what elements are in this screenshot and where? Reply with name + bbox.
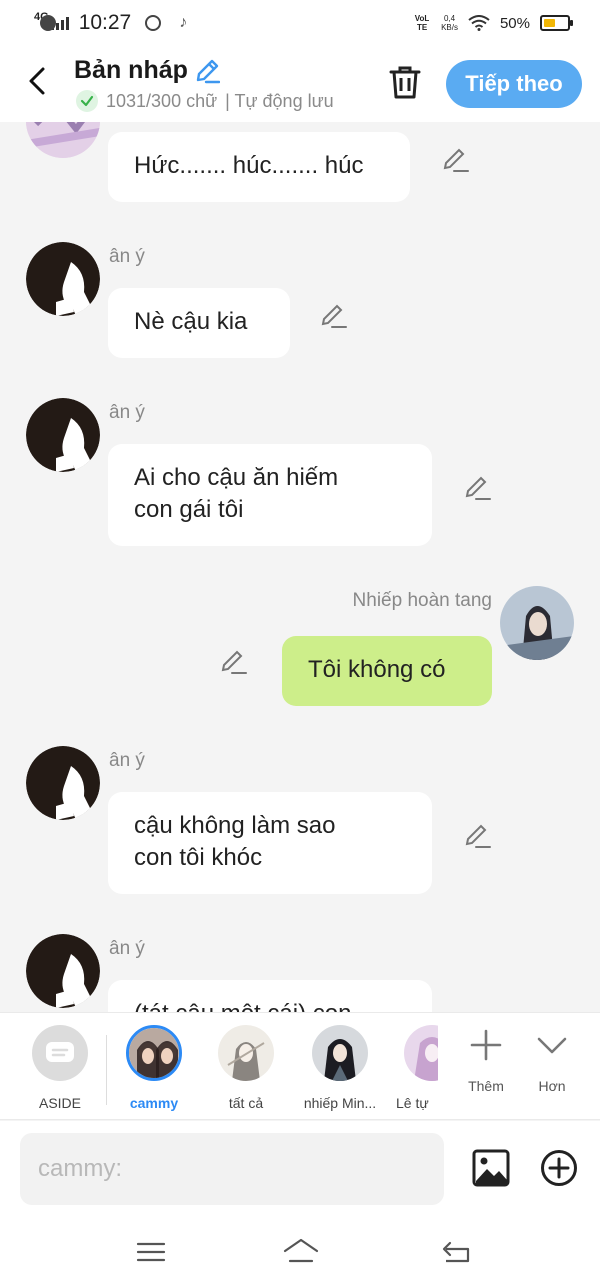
more-button[interactable]: Hơn (522, 1027, 582, 1094)
sender-name: ân ý (109, 402, 145, 423)
edit-message-icon[interactable] (320, 302, 348, 330)
character-le-tu[interactable]: Lê tự (392, 1025, 438, 1111)
character-aside[interactable]: ASIDE (26, 1025, 94, 1111)
chevron-down-icon (537, 1037, 567, 1054)
add-circle-icon[interactable] (540, 1149, 578, 1187)
edit-message-icon[interactable] (464, 822, 492, 850)
sender-name: ân ý (109, 750, 145, 771)
avatar[interactable] (26, 242, 100, 316)
sender-name: Nhiếp hoàn tang (352, 590, 492, 611)
draft-title[interactable]: Bản nháp (74, 56, 220, 85)
sender-name: ân ý (109, 246, 145, 267)
app-header: Bản nháp 1031/300 chữ | Tự động lưu Tiếp… (0, 46, 600, 122)
character-name: cammy (129, 1095, 179, 1111)
avatar (126, 1025, 182, 1081)
character-name: tất cả (228, 1095, 264, 1111)
status-bar: 4G 10:27 ♪ VoLTE 0,4 KB/s 50% (0, 0, 600, 46)
page-title: Bản nháp (74, 56, 188, 84)
add-character-button[interactable]: Thêm (456, 1027, 516, 1094)
message-bubble[interactable]: Tôi không có (282, 636, 492, 706)
volte-indicator: VoLTE (414, 14, 430, 32)
system-nav-bar (0, 1217, 600, 1287)
edit-message-icon[interactable] (464, 474, 492, 502)
home-icon[interactable] (282, 1235, 320, 1269)
avatar[interactable] (500, 586, 574, 660)
add-label: Thêm (468, 1078, 504, 1094)
character-nhiep[interactable]: nhiếp Min... (298, 1025, 382, 1111)
message-bubble[interactable]: Hức....... húc....... húc (108, 132, 410, 202)
autosave-label: | Tự động lưu (225, 90, 334, 111)
back-icon[interactable] (440, 1235, 474, 1269)
edit-title-icon[interactable] (194, 58, 220, 84)
message-bubble[interactable]: (tát cậu một cái) con (108, 980, 432, 1012)
avatar[interactable] (26, 122, 100, 158)
plus-icon (470, 1029, 502, 1061)
back-arrow-icon[interactable] (22, 64, 56, 98)
avatar (312, 1025, 368, 1081)
character-name: ASIDE (38, 1095, 81, 1111)
character-name: Lê tự (396, 1095, 429, 1111)
avatar[interactable] (26, 934, 100, 1008)
network-speed: 0,4 KB/s (441, 14, 458, 32)
character-all[interactable]: tất cả (212, 1025, 280, 1111)
avatar (218, 1025, 274, 1081)
aside-icon (32, 1025, 88, 1081)
check-icon (76, 90, 98, 112)
menu-icon[interactable] (134, 1235, 168, 1269)
next-button[interactable]: Tiếp theo (446, 60, 582, 108)
edit-message-icon[interactable] (442, 146, 470, 174)
divider (106, 1035, 107, 1105)
tiktok-icon: ♪ (179, 14, 188, 31)
app-notification-icon (145, 15, 162, 31)
edit-message-icon[interactable] (220, 648, 248, 676)
chat-area: Hức....... húc....... húc ân ý Nè cậu ki… (0, 122, 600, 1012)
composer (0, 1121, 600, 1217)
battery-icon (540, 15, 573, 31)
speed-unit: KB/s (441, 23, 458, 32)
avatar[interactable] (26, 398, 100, 472)
message-bubble[interactable]: cậu không làm sao con tôi khóc (108, 792, 432, 894)
character-name: nhiếp Min... (303, 1095, 377, 1111)
messenger-icon (40, 15, 56, 31)
avatar[interactable] (26, 746, 100, 820)
avatar (404, 1025, 438, 1081)
battery-fill (544, 19, 555, 27)
message-bubble[interactable]: Ai cho cậu ăn hiếm con gái tôi (108, 444, 432, 546)
image-icon[interactable] (472, 1149, 510, 1187)
speed-value: 0,4 (443, 14, 456, 23)
word-count: 1031/300 chữ (106, 90, 218, 111)
wifi-icon (468, 15, 490, 31)
battery-percent: 50% (499, 14, 530, 32)
sender-name: ân ý (109, 938, 145, 959)
message-bubble[interactable]: Nè cậu kia (108, 288, 290, 358)
character-selector: ASIDE cammy tất cả nhiếp Min... Lê tự Th… (0, 1012, 600, 1120)
more-label: Hơn (538, 1078, 566, 1094)
status-time: 10:27 (78, 11, 132, 34)
message-input[interactable] (20, 1133, 444, 1205)
trash-icon[interactable] (388, 64, 422, 100)
character-cammy[interactable]: cammy (122, 1025, 186, 1111)
draft-status: 1031/300 chữ | Tự động lưu (76, 90, 334, 112)
